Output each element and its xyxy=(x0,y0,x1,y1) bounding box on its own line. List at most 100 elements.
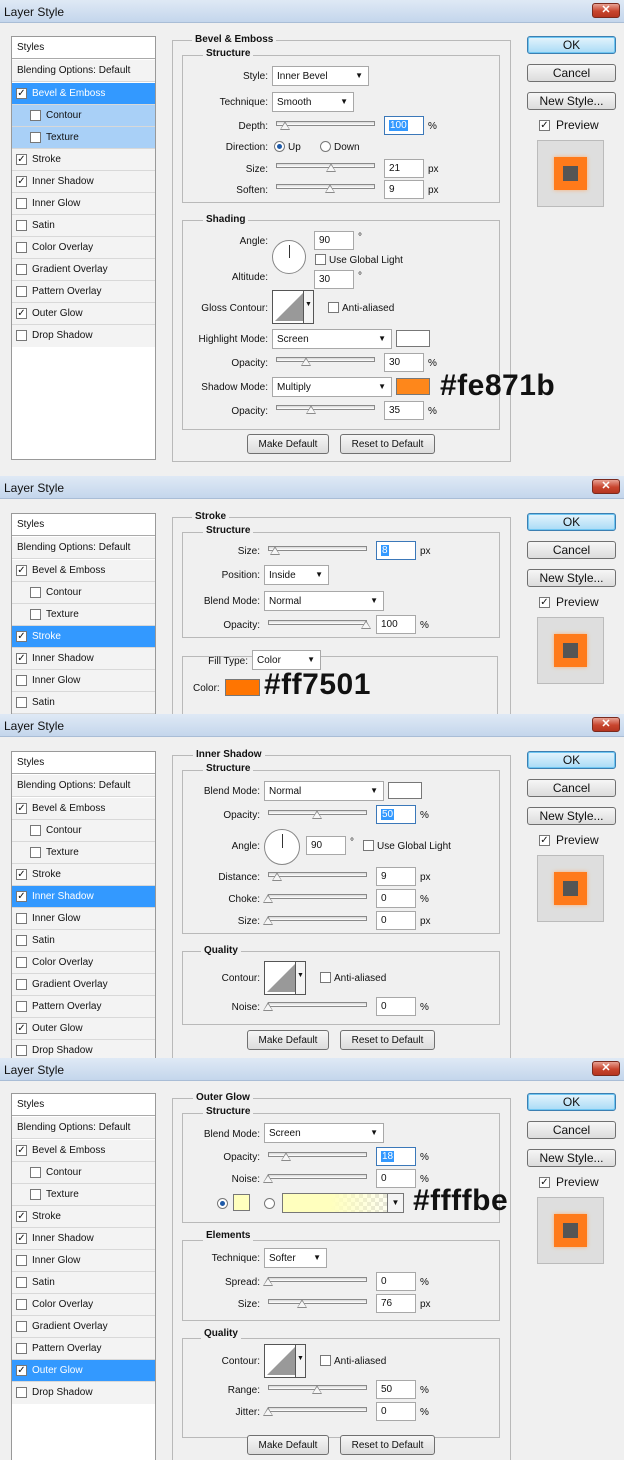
opacity-slider[interactable] xyxy=(268,620,367,625)
noise-knob[interactable] xyxy=(263,1174,273,1183)
style-select[interactable]: Inner Bevel ▼ xyxy=(272,66,369,86)
style-pattern-overlay[interactable]: Pattern Overlay xyxy=(12,1338,155,1360)
soften-knob[interactable] xyxy=(325,184,335,193)
style-drop-shadow[interactable]: Drop Shadow xyxy=(12,1040,155,1058)
angle-input[interactable]: 90 xyxy=(314,231,354,250)
anti-aliased-checkbox[interactable] xyxy=(320,1355,331,1366)
style-drop-shadow[interactable]: Drop Shadow xyxy=(12,325,155,347)
style-inner-shadow[interactable]: ✓ Inner Shadow xyxy=(12,886,155,908)
opacity-input[interactable]: 100 xyxy=(376,615,416,634)
checkbox[interactable]: ✓ xyxy=(16,88,27,99)
styles-header[interactable]: Styles xyxy=(12,1094,155,1116)
cancel-button[interactable]: Cancel xyxy=(527,779,616,797)
depth-slider[interactable] xyxy=(276,121,375,126)
depth-input[interactable]: 100 xyxy=(384,116,424,135)
style-blending-options[interactable]: Blending Options: Default xyxy=(12,1117,155,1139)
style-texture[interactable]: Texture xyxy=(12,604,155,626)
blend-mode-select[interactable]: Normal ▼ xyxy=(264,781,384,801)
opacity-input[interactable]: 18 xyxy=(376,1147,416,1166)
reset-default-button[interactable]: Reset to Default xyxy=(340,434,435,454)
style-bevel-emboss[interactable]: ✓ Bevel & Emboss xyxy=(12,1140,155,1162)
style-outer-glow[interactable]: ✓ Outer Glow xyxy=(12,1018,155,1040)
checkbox[interactable] xyxy=(30,609,41,620)
checkbox[interactable] xyxy=(30,587,41,598)
style-texture[interactable]: Texture xyxy=(12,1184,155,1206)
checkbox[interactable]: ✓ xyxy=(16,631,27,642)
ok-button[interactable]: OK xyxy=(527,513,616,531)
opacity-knob[interactable] xyxy=(281,1152,291,1161)
checkbox[interactable]: ✓ xyxy=(16,1023,27,1034)
jitter-knob[interactable] xyxy=(263,1407,273,1416)
checkbox[interactable] xyxy=(16,675,27,686)
checkbox[interactable]: ✓ xyxy=(16,1211,27,1222)
checkbox[interactable] xyxy=(16,1277,27,1288)
angle-dial[interactable] xyxy=(264,829,300,865)
checkbox[interactable]: ✓ xyxy=(16,154,27,165)
make-default-button[interactable]: Make Default xyxy=(247,1435,329,1455)
reset-default-button[interactable]: Reset to Default xyxy=(340,1030,435,1050)
style-stroke[interactable]: ✓ Stroke xyxy=(12,864,155,886)
checkbox[interactable] xyxy=(16,1321,27,1332)
checkbox[interactable] xyxy=(16,1343,27,1354)
checkbox[interactable] xyxy=(16,1299,27,1310)
style-stroke[interactable]: ✓ Stroke xyxy=(12,149,155,171)
style-satin[interactable]: Satin xyxy=(12,1272,155,1294)
style-texture[interactable]: Texture xyxy=(12,842,155,864)
size-slider[interactable] xyxy=(268,546,367,551)
checkbox[interactable] xyxy=(16,286,27,297)
size-input[interactable]: 8 xyxy=(376,541,416,560)
ok-button[interactable]: OK xyxy=(527,751,616,769)
preview-checkbox[interactable]: ✓ xyxy=(539,1177,550,1188)
checkbox[interactable] xyxy=(16,264,27,275)
new-style-button[interactable]: New Style... xyxy=(527,92,616,110)
style-inner-glow[interactable]: Inner Glow xyxy=(12,670,155,692)
checkbox[interactable] xyxy=(16,330,27,341)
cancel-button[interactable]: Cancel xyxy=(527,541,616,559)
style-outer-glow[interactable]: ✓ Outer Glow xyxy=(12,1360,155,1382)
size-knob[interactable] xyxy=(263,916,273,925)
spread-input[interactable]: 0 xyxy=(376,1272,416,1291)
cancel-button[interactable]: Cancel xyxy=(527,1121,616,1139)
make-default-button[interactable]: Make Default xyxy=(247,434,329,454)
size-slider[interactable] xyxy=(268,1299,367,1304)
style-satin[interactable]: Satin xyxy=(12,930,155,952)
jitter-slider[interactable] xyxy=(268,1407,367,1412)
style-pattern-overlay[interactable]: Pattern Overlay xyxy=(12,996,155,1018)
checkbox[interactable] xyxy=(16,242,27,253)
checkbox[interactable]: ✓ xyxy=(16,1365,27,1376)
checkbox[interactable] xyxy=(30,132,41,143)
checkbox[interactable] xyxy=(30,847,41,858)
highlight-opacity-input[interactable]: 30 xyxy=(384,353,424,372)
style-contour[interactable]: Contour xyxy=(12,820,155,842)
preview-checkbox[interactable]: ✓ xyxy=(539,835,550,846)
new-style-button[interactable]: New Style... xyxy=(527,569,616,587)
close-button[interactable]: ✕ xyxy=(592,479,620,494)
shadow-color-swatch[interactable] xyxy=(388,782,422,799)
style-inner-glow[interactable]: Inner Glow xyxy=(12,1250,155,1272)
styles-header[interactable]: Styles xyxy=(12,37,155,59)
checkbox[interactable] xyxy=(30,1167,41,1178)
range-knob[interactable] xyxy=(312,1385,322,1394)
checkbox[interactable]: ✓ xyxy=(16,803,27,814)
style-gradient-overlay[interactable]: Gradient Overlay xyxy=(12,1316,155,1338)
contour-picker[interactable]: ▼ xyxy=(264,1344,306,1378)
highlight-opacity-slider[interactable] xyxy=(276,357,375,362)
distance-slider[interactable] xyxy=(268,872,367,877)
soften-input[interactable]: 9 xyxy=(384,180,424,199)
checkbox[interactable]: ✓ xyxy=(16,565,27,576)
choke-slider[interactable] xyxy=(268,894,367,899)
styles-header[interactable]: Styles xyxy=(12,514,155,536)
reset-default-button[interactable]: Reset to Default xyxy=(340,1435,435,1455)
checkbox[interactable] xyxy=(16,1255,27,1266)
spread-slider[interactable] xyxy=(268,1277,367,1282)
style-contour[interactable]: Contour xyxy=(12,1162,155,1184)
styles-header[interactable]: Styles xyxy=(12,752,155,774)
close-button[interactable]: ✕ xyxy=(592,717,620,732)
glow-gradient-picker[interactable]: ▼ xyxy=(282,1193,404,1213)
anti-aliased-checkbox[interactable] xyxy=(320,972,331,983)
checkbox[interactable] xyxy=(16,1001,27,1012)
style-stroke[interactable]: ✓ Stroke xyxy=(12,1206,155,1228)
glow-gradient-radio[interactable] xyxy=(264,1198,275,1209)
style-color-overlay[interactable]: Color Overlay xyxy=(12,1294,155,1316)
checkbox[interactable]: ✓ xyxy=(16,891,27,902)
